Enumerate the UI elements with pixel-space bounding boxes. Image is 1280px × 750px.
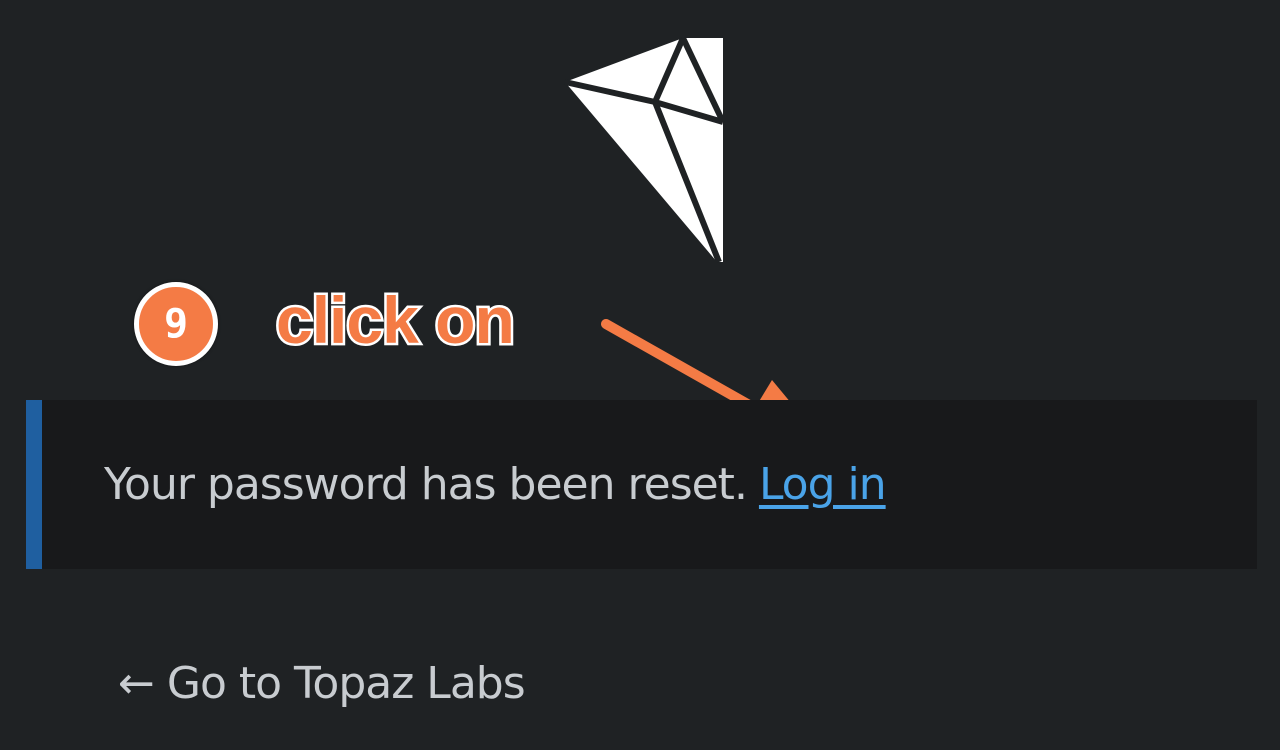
notice-message: Your password has been reset. (104, 459, 748, 510)
notice-message-line: Your password has been reset. Log in (104, 459, 887, 510)
annotation-instruction: click on (274, 281, 518, 360)
back-to-site-link[interactable]: ← Go to Topaz Labs (118, 658, 526, 709)
step-number-badge: 9 (134, 282, 218, 366)
password-reset-page: 9 click on Your password has been reset.… (0, 0, 1280, 750)
log-in-link[interactable]: Log in (759, 459, 887, 510)
notice-box: Your password has been reset. Log in (26, 400, 1257, 569)
kite-diamond-logo-icon (564, 36, 726, 264)
